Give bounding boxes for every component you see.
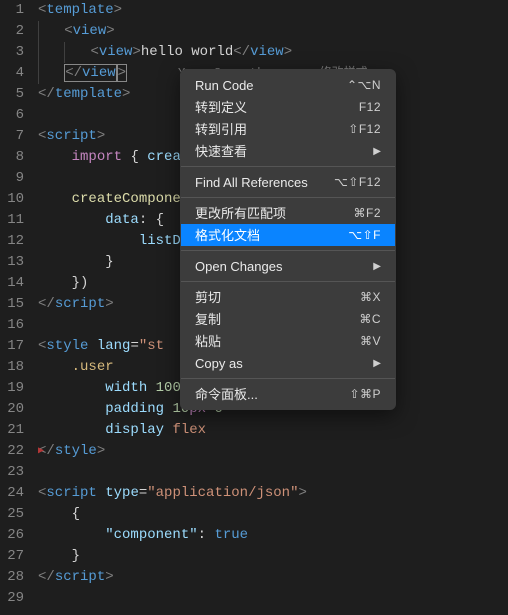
menu-shortcut: ⌥⇧F12 <box>334 172 381 193</box>
line-number: 8 <box>0 147 24 168</box>
menu-separator <box>181 378 395 379</box>
line-number: 16 <box>0 315 24 336</box>
context-menu: Run Code ⌃⌥N 转到定义 F12 转到引用 ⇧F12 快速查看 ▶ Find All … <box>180 69 396 410</box>
line-number: 3 <box>0 42 24 63</box>
menu-item-label: Open Changes <box>195 256 282 277</box>
line-number: 29 <box>0 588 24 609</box>
menu-item[interactable]: 更改所有匹配项 ⌘F2 <box>181 202 395 224</box>
menu-item[interactable]: 转到引用 ⇧F12 <box>181 118 395 140</box>
menu-item[interactable]: Copy as ▶ <box>181 352 395 374</box>
code-line[interactable] <box>38 588 508 609</box>
menu-item[interactable]: 复制 ⌘C <box>181 308 395 330</box>
menu-shortcut: ⌃⌥N <box>347 75 381 96</box>
menu-shortcut: ⇧⌘P <box>349 384 381 405</box>
menu-item[interactable]: Open Changes ▶ <box>181 255 395 277</box>
line-number: 7 <box>0 126 24 147</box>
line-number: 6 <box>0 105 24 126</box>
line-number: 26 <box>0 525 24 546</box>
menu-item[interactable]: 转到定义 F12 <box>181 96 395 118</box>
menu-item[interactable]: 粘贴 ⌘V <box>181 330 395 352</box>
menu-shortcut: ⌥⇧F <box>348 225 381 246</box>
chevron-right-icon: ▶ <box>373 353 381 374</box>
code-line[interactable]: display flex <box>38 420 508 441</box>
error-indicator-icon: ▶ <box>38 441 44 462</box>
line-number: 22 <box>0 441 24 462</box>
line-number: 11 <box>0 210 24 231</box>
line-number: 9 <box>0 168 24 189</box>
menu-item[interactable]: 快速查看 ▶ <box>181 140 395 162</box>
menu-item-label: 转到引用 <box>195 119 247 140</box>
menu-item[interactable]: Find All References ⌥⇧F12 <box>181 171 395 193</box>
line-number: 1 <box>0 0 24 21</box>
line-number: 23 <box>0 462 24 483</box>
line-number: 24 <box>0 483 24 504</box>
chevron-right-icon: ▶ <box>373 256 381 277</box>
menu-item[interactable]: 命令面板... ⇧⌘P <box>181 383 395 405</box>
menu-shortcut: ⇧F12 <box>348 119 381 140</box>
menu-item-label: 剪切 <box>195 287 221 308</box>
line-number: 14 <box>0 273 24 294</box>
code-line[interactable]: <view>hello world</view> <box>38 42 508 63</box>
menu-separator <box>181 197 395 198</box>
code-line[interactable]: "component": true <box>38 525 508 546</box>
menu-item[interactable]: Run Code ⌃⌥N <box>181 74 395 96</box>
menu-separator <box>181 166 395 167</box>
menu-item-label: 更改所有匹配项 <box>195 203 286 224</box>
line-number: 12 <box>0 231 24 252</box>
line-number: 2 <box>0 21 24 42</box>
code-line[interactable]: <template> <box>38 0 508 21</box>
menu-item[interactable]: 格式化文档 ⌥⇧F <box>181 224 395 246</box>
line-number: 27 <box>0 546 24 567</box>
menu-item-label: 格式化文档 <box>195 225 260 246</box>
menu-item-label: Find All References <box>195 172 308 193</box>
line-number: 13 <box>0 252 24 273</box>
menu-separator <box>181 250 395 251</box>
line-number: 28 <box>0 567 24 588</box>
line-number: 5 <box>0 84 24 105</box>
menu-item-label: Run Code <box>195 75 254 96</box>
code-line[interactable]: { <box>38 504 508 525</box>
line-number: 19 <box>0 378 24 399</box>
code-line[interactable]: } <box>38 546 508 567</box>
line-number: 15 <box>0 294 24 315</box>
code-line[interactable]: <view> <box>38 21 508 42</box>
line-number: 18 <box>0 357 24 378</box>
menu-item-label: 转到定义 <box>195 97 247 118</box>
line-number-gutter: 1234567891011121314151617181920212223242… <box>0 0 38 615</box>
line-number: 25 <box>0 504 24 525</box>
menu-item-label: 粘贴 <box>195 331 221 352</box>
menu-item-label: 命令面板... <box>195 384 258 405</box>
line-number: 17 <box>0 336 24 357</box>
chevron-right-icon: ▶ <box>373 141 381 162</box>
menu-shortcut: ⌘V <box>360 331 381 352</box>
menu-shortcut: ⌘C <box>359 309 381 330</box>
menu-shortcut: ⌘X <box>360 287 381 308</box>
code-line[interactable]: <script type="application/json"> <box>38 483 508 504</box>
menu-item-label: 快速查看 <box>195 141 247 162</box>
menu-shortcut: F12 <box>359 97 381 118</box>
code-line[interactable]: </style> <box>38 441 508 462</box>
line-number: 4 <box>0 63 24 84</box>
line-number: 10 <box>0 189 24 210</box>
menu-item-label: Copy as <box>195 353 243 374</box>
code-line[interactable] <box>38 462 508 483</box>
menu-separator <box>181 281 395 282</box>
menu-item[interactable]: 剪切 ⌘X <box>181 286 395 308</box>
line-number: 21 <box>0 420 24 441</box>
menu-item-label: 复制 <box>195 309 221 330</box>
menu-shortcut: ⌘F2 <box>353 203 381 224</box>
line-number: 20 <box>0 399 24 420</box>
code-line[interactable]: </script> <box>38 567 508 588</box>
